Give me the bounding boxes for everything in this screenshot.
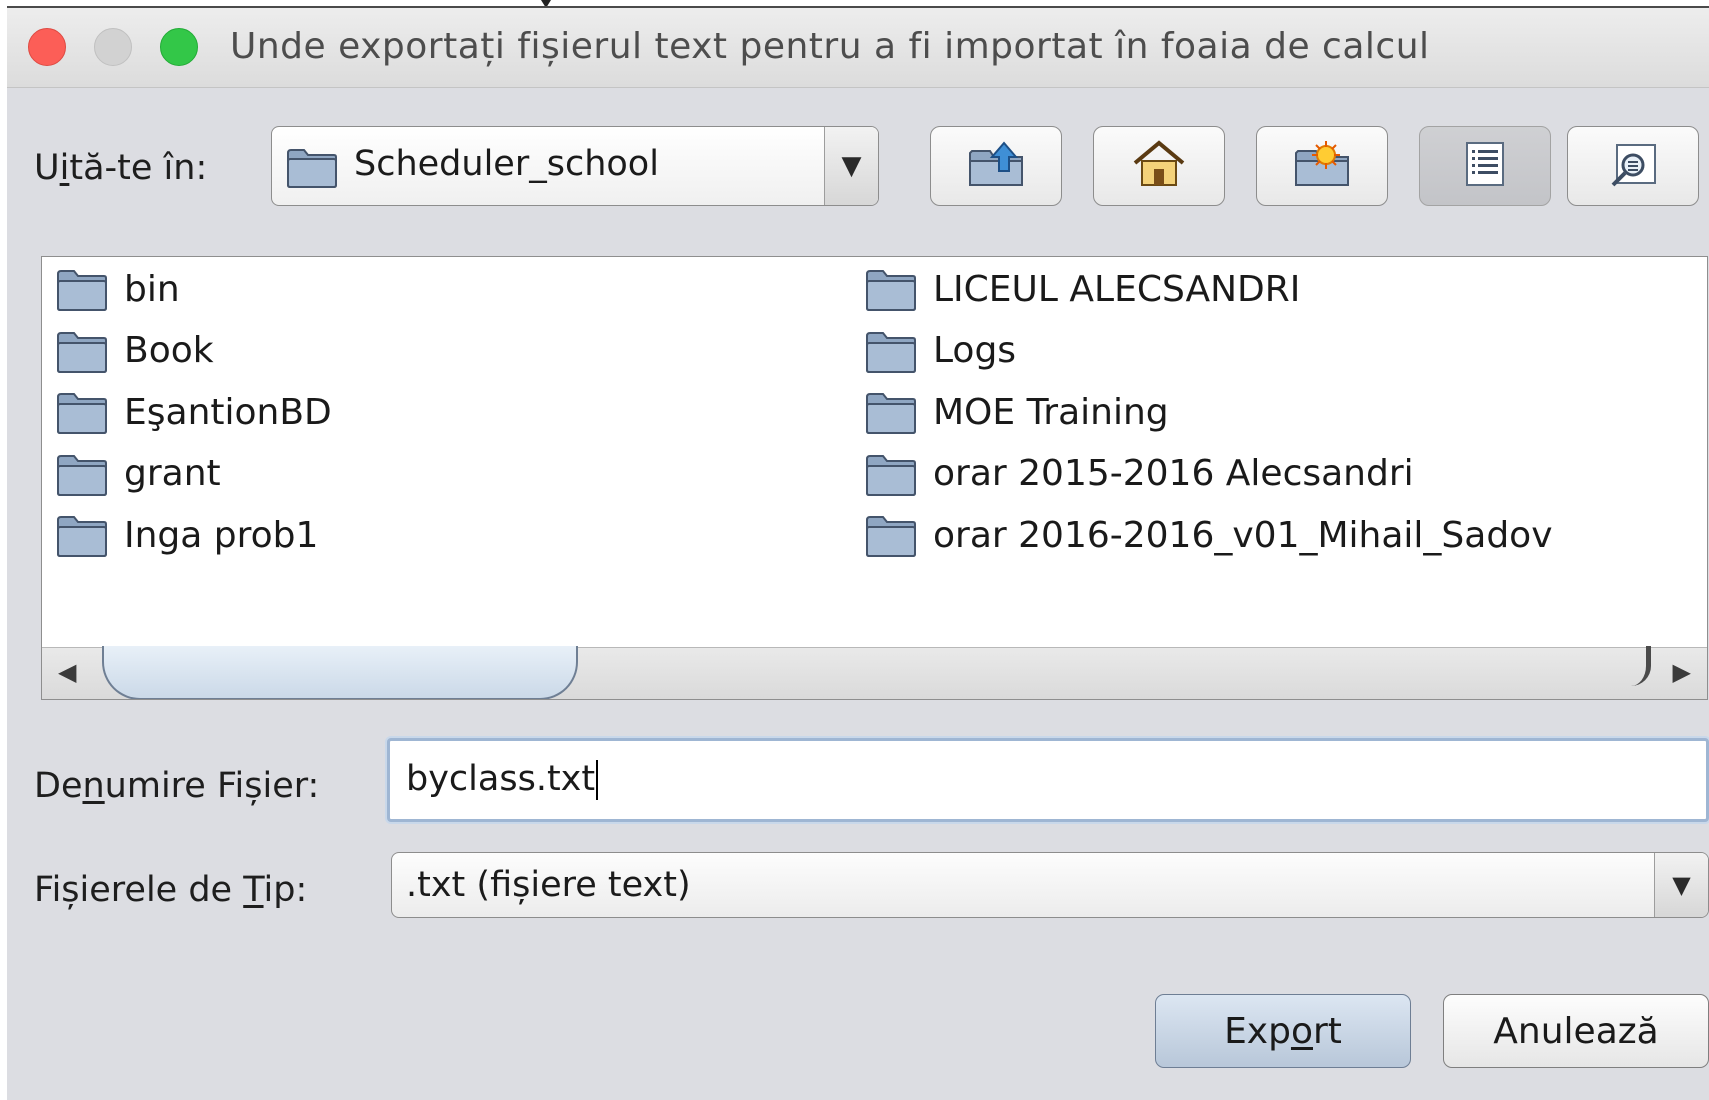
details-view-button[interactable] [1567, 126, 1699, 206]
file-name: Logs [933, 330, 1017, 371]
list-view-button[interactable] [1419, 126, 1551, 206]
folder-icon [286, 145, 338, 189]
export-mnemonic: o [1290, 1010, 1313, 1052]
export-button[interactable]: Exp o rt [1155, 994, 1411, 1068]
folder-icon [56, 509, 114, 561]
export-label-part: rt [1313, 1010, 1342, 1052]
chevron-down-icon[interactable]: ▼ [824, 127, 878, 205]
filename-label: Denumire Fișier: [34, 766, 319, 806]
maximize-window-button[interactable] [160, 28, 198, 66]
filename-label-part: De [34, 766, 83, 806]
new-folder-icon [1292, 139, 1352, 193]
file-type-label-part: ip: [263, 870, 308, 910]
look-in-label-part: tă-te în: [69, 148, 208, 188]
file-name: Book [124, 330, 214, 371]
folder-icon [56, 263, 114, 315]
window-title: Unde exportați fișierul text pentru a fi… [230, 26, 1430, 67]
folder-icon [865, 448, 923, 500]
file-list-item[interactable]: LICEUL ALECSANDRI [865, 259, 1300, 319]
file-list-item[interactable]: Logs [865, 321, 1016, 381]
list-view-icon [1455, 139, 1515, 193]
export-label-part: Exp [1224, 1010, 1291, 1052]
home-button[interactable] [1093, 126, 1225, 206]
look-in-mnemonic: i [59, 148, 70, 188]
file-name: MOE Training [933, 391, 1169, 433]
home-icon [1129, 139, 1189, 193]
up-one-level-button[interactable] [930, 126, 1062, 206]
file-name: bin [124, 268, 180, 310]
look-in-label: Uită-te în: [34, 148, 207, 188]
file-list-item[interactable]: orar 2016-2016_v01_Mihail_Sadov [865, 505, 1553, 565]
scrollbar-track-end [1631, 646, 1651, 686]
filename-input[interactable]: byclass.txt [387, 738, 1709, 822]
chevron-down-icon[interactable]: ▼ [1654, 853, 1708, 917]
file-name: grant [124, 453, 221, 494]
file-list-item[interactable]: Book [56, 321, 214, 381]
file-type-mnemonic: T [243, 870, 264, 910]
file-list-item[interactable]: orar 2015-2016 Alecsandri [865, 444, 1414, 504]
scroll-left-arrow-icon[interactable]: ◀ [58, 658, 76, 686]
horizontal-scrollbar[interactable]: ◀ ▶ [42, 646, 1707, 699]
filename-value: byclass.txt [406, 759, 596, 799]
file-list-item[interactable]: Inga prob1 [56, 505, 318, 565]
look-in-combobox[interactable]: Scheduler_school ▼ [271, 126, 879, 206]
file-name: Inga prob1 [124, 514, 319, 556]
up-folder-icon [966, 139, 1026, 193]
export-file-dialog: Unde exportați fișierul text pentru a fi… [7, 6, 1709, 1100]
cancel-button[interactable]: Anulează [1443, 994, 1709, 1068]
scrollbar-thumb[interactable] [102, 646, 578, 699]
title-bar: Unde exportați fișierul text pentru a fi… [7, 8, 1709, 88]
folder-icon [56, 325, 114, 377]
scroll-right-arrow-icon[interactable]: ▶ [1673, 658, 1691, 686]
file-list[interactable]: bin Book EşantionBD grant Inga prob1 LICEUL … [41, 256, 1708, 700]
file-name: orar 2016-2016_v01_Mihail_Sadov [933, 514, 1553, 556]
close-window-button[interactable] [28, 28, 66, 66]
current-folder-name: Scheduler_school [354, 144, 659, 184]
create-new-folder-button[interactable] [1256, 126, 1388, 206]
file-list-item[interactable]: bin [56, 259, 180, 319]
minimize-window-button[interactable] [94, 28, 132, 66]
details-view-icon [1603, 139, 1663, 193]
filename-mnemonic: n [82, 766, 105, 806]
file-name: LICEUL ALECSANDRI [933, 268, 1301, 310]
folder-icon [865, 263, 923, 315]
text-caret [596, 760, 599, 800]
file-name: EşantionBD [124, 391, 332, 433]
folder-icon [56, 386, 114, 438]
file-type-select[interactable]: .txt (fișiere text) ▼ [391, 852, 1709, 918]
look-in-label-part: U [34, 148, 60, 188]
filename-label-part: umire Fișier: [104, 766, 320, 806]
folder-icon [865, 386, 923, 438]
file-type-selected: .txt (fișiere text) [406, 865, 691, 905]
folder-icon [865, 509, 923, 561]
file-list-item[interactable]: grant [56, 444, 221, 504]
folder-icon [865, 325, 923, 377]
file-list-item[interactable]: MOE Training [865, 382, 1169, 442]
file-list-item[interactable]: EşantionBD [56, 382, 332, 442]
folder-icon [56, 448, 114, 500]
file-type-label: Fișierele de Tip: [34, 870, 307, 910]
file-name: orar 2015-2016 Alecsandri [933, 453, 1414, 494]
file-type-label-part: Fișierele de [34, 870, 244, 910]
